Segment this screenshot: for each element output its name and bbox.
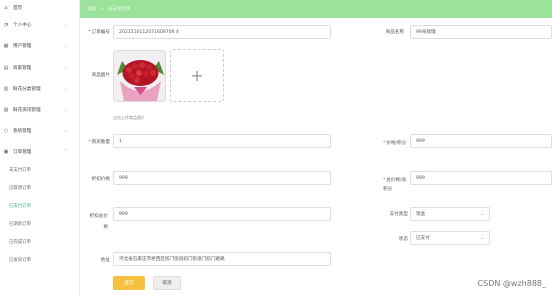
status-label: 状态: [398, 237, 408, 242]
breadcrumb-current: 已支付订单: [108, 7, 131, 12]
sidebar-item-label: 系统管理: [13, 129, 32, 134]
sidebar-item-label: 个人中心: [13, 23, 32, 28]
sidebar-sub-label: 已支付订单: [9, 204, 31, 209]
upload-hint: 点击上传商品图片: [113, 115, 145, 120]
pay-type-label: 支付类型: [389, 212, 408, 217]
price-label-text: 价格/积分: [386, 141, 407, 146]
total-price-field[interactable]: 999: [410, 171, 552, 185]
discount-total-field[interactable]: 999: [113, 207, 331, 221]
sidebar-item-profile[interactable]: ◔ 个人中心 ⌄: [0, 17, 80, 33]
pay-type-select[interactable]: 现金 ⌄: [410, 207, 490, 221]
order-no-label: *订单编号: [84, 29, 110, 35]
total-price-label: *总价格/总积分: [383, 176, 407, 194]
product-name-field[interactable]: 99朵玫瑰: [410, 25, 552, 39]
product-image-label: 商品图片: [91, 73, 110, 78]
breadcrumb-separator: ››: [100, 6, 105, 12]
users-icon: ▦: [3, 43, 9, 49]
sidebar-item-flower-news[interactable]: ▧ 鲜花资讯管理 ⌄: [0, 102, 80, 118]
sidebar-item-system[interactable]: ○ 系统管理 ⌄: [0, 123, 80, 139]
sidebar-sub-cancelled[interactable]: 已取消订单: [0, 181, 80, 195]
sidebar-item-merchants[interactable]: ▤ 商家管理 ⌄: [0, 60, 80, 76]
status-select[interactable]: 已支付 ⌄: [410, 231, 490, 245]
required-mark: *: [383, 178, 386, 183]
home-icon: ⌂: [4, 5, 8, 11]
orders-icon: ▣: [3, 149, 9, 155]
sidebar-sub-shipped[interactable]: 已发货订单: [0, 253, 80, 267]
status-value: 已支付: [416, 236, 430, 241]
sidebar-item-orders[interactable]: ▣ 订单管理 ⌃: [0, 144, 80, 160]
required-mark: *: [88, 140, 91, 145]
quantity-label: *购买数量: [84, 139, 110, 145]
sidebar-item-label: 订单管理: [13, 150, 32, 155]
sidebar-item-home[interactable]: ⌂ 首页: [0, 0, 80, 16]
sidebar-item-label: 用户管理: [13, 44, 32, 49]
required-mark: *: [88, 30, 91, 35]
address-label: 地址: [100, 258, 110, 263]
required-mark: *: [383, 141, 386, 146]
cancel-button[interactable]: 取消: [153, 276, 181, 290]
sidebar-sub-paid[interactable]: 已支付订单: [0, 199, 80, 213]
product-name-label: 商品名称: [385, 30, 404, 35]
store-icon: ▤: [3, 65, 9, 71]
chevron-down-icon: ⌄: [63, 128, 68, 134]
address-field[interactable]: 河北省石家庄市桥西区纺门街道纺门街道门纺门路路: [113, 252, 331, 266]
sidebar-sub-label: 已发货订单: [9, 258, 31, 263]
chevron-up-icon: ⌃: [63, 149, 68, 155]
total-price-label-text: 总价格/总积分: [383, 178, 407, 192]
sidebar-sub-label: 已完成订单: [9, 240, 31, 245]
order-no-label-text: 订单编号: [91, 30, 110, 35]
sidebar-item-label: 商家管理: [13, 66, 32, 71]
breadcrumb-home[interactable]: 首页: [88, 6, 97, 12]
chevron-down-icon: ⌄: [479, 211, 484, 217]
sidebar-sub-completed[interactable]: 已完成订单: [0, 235, 80, 249]
discount-total-label: 折扣总价格: [89, 214, 108, 230]
sidebar: ⌂ 首页 ◔ 个人中心 ⌄ ▦ 用户管理 ⌄ ▤ 商家管理 ⌄ ▥ 鲜花分类管理…: [0, 0, 80, 297]
sidebar-item-label: 鲜花资讯管理: [13, 108, 41, 113]
discount-price-label: 折扣价格: [91, 177, 110, 182]
sidebar-sub-label: 未支付订单: [9, 168, 31, 173]
price-field[interactable]: 999: [410, 134, 552, 148]
grid-icon: ▥: [3, 86, 9, 92]
sidebar-sub-label: 已退款订单: [9, 222, 31, 227]
chevron-down-icon: ⌄: [63, 43, 68, 49]
pay-type-value: 现金: [416, 212, 426, 217]
plus-icon: +: [190, 66, 204, 85]
sidebar-item-label: 鲜花分类管理: [13, 87, 41, 92]
sidebar-sub-unpaid[interactable]: 未支付订单: [0, 163, 80, 177]
watermark: CSDN @wzh888_: [477, 279, 546, 288]
sidebar-item-flower-category[interactable]: ▥ 鲜花分类管理 ⌄: [0, 81, 80, 97]
breadcrumb: 首页 ›› 已支付订单: [80, 0, 552, 18]
chevron-down-icon: ⌄: [63, 65, 68, 71]
order-no-field[interactable]: 2021510112071609706 4: [113, 25, 331, 39]
chevron-down-icon: ⌄: [63, 22, 68, 28]
price-label: *价格/积分: [383, 139, 407, 148]
sidebar-item-label: 首页: [13, 6, 23, 11]
upload-image-button[interactable]: +: [170, 49, 224, 102]
news-icon: ▧: [3, 107, 9, 113]
quantity-field[interactable]: 1: [113, 134, 331, 148]
product-image: [113, 50, 166, 102]
settings-icon: ○: [3, 128, 9, 134]
discount-price-field[interactable]: 999: [113, 171, 331, 185]
chevron-down-icon: ⌄: [479, 235, 484, 241]
chevron-down-icon: ⌄: [63, 86, 68, 92]
user-icon: ◔: [3, 22, 9, 28]
quantity-label-text: 购买数量: [91, 140, 110, 145]
sidebar-sub-refunded[interactable]: 已退款订单: [0, 217, 80, 231]
sidebar-item-users[interactable]: ▦ 用户管理 ⌄: [0, 38, 80, 54]
submit-button[interactable]: 提交: [113, 276, 145, 290]
sidebar-sub-label: 已取消订单: [9, 186, 31, 191]
chevron-down-icon: ⌄: [63, 107, 68, 113]
